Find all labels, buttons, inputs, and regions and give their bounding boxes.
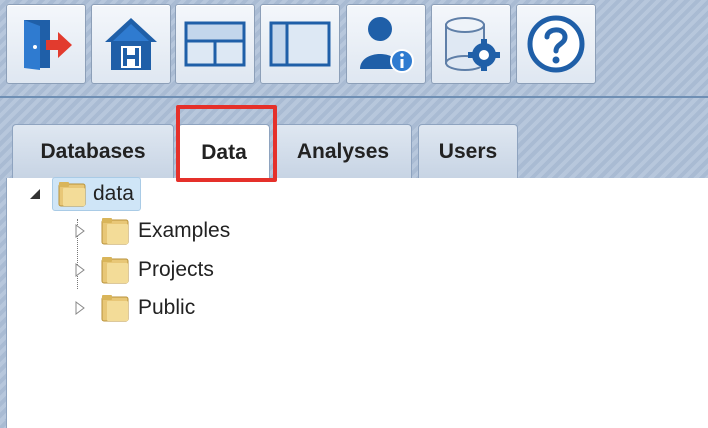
tree-root-selection[interactable]: data: [52, 177, 141, 211]
tab-analyses-label: Analyses: [296, 139, 390, 163]
folder-icon: [101, 218, 129, 245]
tab-users[interactable]: Users: [418, 124, 518, 178]
exit-button[interactable]: [6, 4, 86, 84]
vertical-layout-button[interactable]: [260, 4, 340, 84]
horizontal-layout-button[interactable]: [175, 4, 255, 84]
tree-root-label: data: [93, 182, 134, 205]
expand-arrow-icon[interactable]: [74, 300, 86, 316]
exit-icon: [24, 20, 72, 70]
tree-item-examples[interactable]: Examples: [74, 216, 230, 246]
tree-item-label: Examples: [138, 219, 231, 242]
tree-item-label: Public: [138, 296, 196, 319]
highlight-box: [176, 105, 277, 182]
user-info-button[interactable]: [346, 4, 426, 84]
tree-item-projects[interactable]: Projects: [74, 255, 214, 285]
folder-icon: [58, 182, 86, 207]
collapse-arrow-icon[interactable]: [28, 187, 42, 201]
horizontal-split-layout-icon: [184, 21, 246, 67]
expand-arrow-icon[interactable]: [74, 223, 86, 239]
tab-databases[interactable]: Databases: [12, 124, 174, 178]
tree-root[interactable]: data: [28, 177, 141, 211]
database-settings-button[interactable]: [431, 4, 511, 84]
vertical-split-layout-icon: [269, 21, 331, 67]
folder-icon: [101, 295, 129, 322]
home-button[interactable]: [91, 4, 171, 84]
tab-analyses[interactable]: Analyses: [274, 124, 412, 178]
tree-item-label: Projects: [138, 258, 214, 281]
help-button[interactable]: [516, 4, 596, 84]
folder-icon: [101, 257, 129, 284]
tree-item-public[interactable]: Public: [74, 293, 195, 323]
expand-arrow-icon[interactable]: [74, 262, 86, 278]
database-settings-icon: [445, 17, 500, 71]
tab-databases-label: Databases: [40, 139, 146, 163]
user-info-icon: [360, 17, 414, 73]
tab-strip: Databases Data Analyses Users: [6, 104, 708, 180]
help-icon: [527, 15, 585, 73]
home-icon: [105, 18, 157, 70]
toolbar: [0, 0, 708, 94]
tab-users-label: Users: [438, 139, 498, 163]
